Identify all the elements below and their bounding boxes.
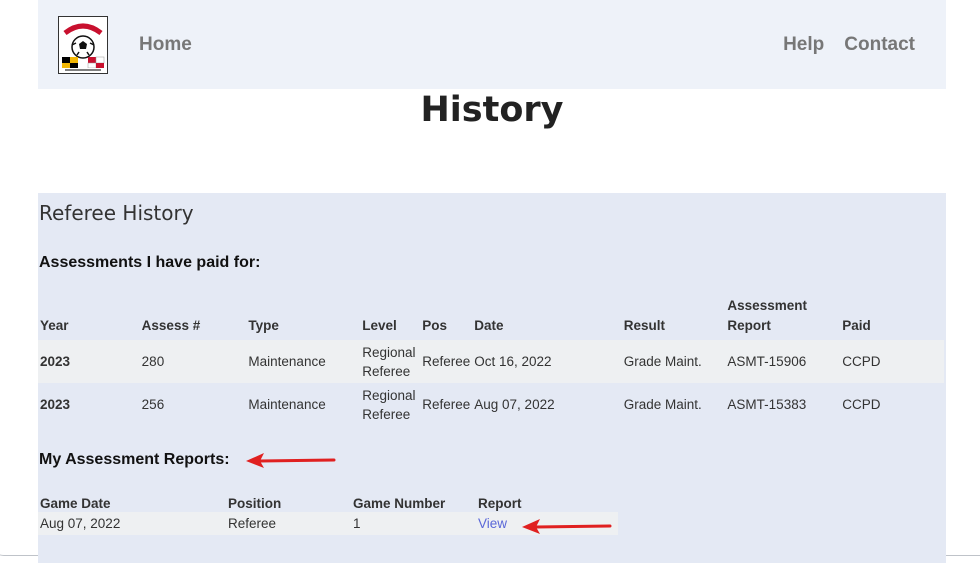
cell-report: ASMT-15906 [727,354,807,369]
cell-date: Aug 07, 2022 [474,397,555,412]
annotation-arrow-icon [246,453,336,468]
col-date: Date [474,318,504,333]
table-header-row: Year Assess # Type Level Pos Date Result… [38,296,944,340]
cell-pos: Referee [422,354,471,369]
cell-level: Regional Referee [360,383,420,426]
col-pos: Pos [422,318,447,333]
nav-help-link[interactable]: Help [783,34,824,56]
view-report-link[interactable]: View [478,516,507,531]
paid-assessments-table: Year Assess # Type Level Pos Date Result… [38,296,944,426]
col-year: Year [40,318,69,333]
navbar: Home Help Contact [38,0,946,89]
cell-paid: CCPD [842,354,881,369]
col-report-line2: Report [727,318,771,333]
cell-game-date: Aug 07, 2022 [40,516,121,531]
cell-game-number: 1 [353,516,361,531]
cell-result: Grade Maint. [623,354,702,369]
col-game-number: Game Number [353,496,446,511]
cell-level-line1: Regional [362,387,416,403]
cell-level-line1: Regional [362,344,416,360]
cell-assess: 256 [141,397,165,412]
cell-level-line2: Referee [362,363,411,379]
panel-heading: Referee History [39,201,194,225]
table-header-row: Game Date Position Game Number Report [38,492,618,512]
col-level: Level [362,318,397,333]
page: Home Help Contact History Referee Histor… [38,0,946,563]
history-panel: Referee History Assessments I have paid … [38,193,946,563]
nav-right-links: Help Contact [783,34,915,56]
col-result: Result [623,318,665,333]
cell-year: 2023 [40,397,71,412]
nav-contact-link[interactable]: Contact [844,34,915,56]
reports-section-heading: My Assessment Reports: [39,451,230,468]
cell-date: Oct 16, 2022 [474,354,552,369]
cell-level: Regional Referee [360,340,420,383]
cell-report: ASMT-15383 [727,397,807,412]
col-type: Type [248,318,279,333]
col-report-line1: Assessment [727,298,807,313]
table-row: 2023 280 Maintenance Regional Referee Re… [38,340,944,383]
col-paid: Paid [842,318,871,333]
col-position: Position [228,496,282,511]
nav-home-link[interactable]: Home [139,34,192,56]
annotation-arrow-icon [522,519,612,534]
col-assessment-report: Assessment Report [725,296,840,340]
page-title: History [420,90,564,130]
col-assess: Assess # [141,318,201,333]
col-report: Report [478,496,522,511]
cell-level-line2: Referee [362,406,411,422]
cell-position: Referee [228,516,277,531]
cell-result: Grade Maint. [623,397,702,412]
cell-pos: Referee [422,397,471,412]
site-logo[interactable] [58,16,108,74]
cell-type: Maintenance [248,397,326,412]
col-game-date: Game Date [40,496,111,511]
cell-assess: 280 [141,354,165,369]
paid-section-heading: Assessments I have paid for: [39,254,261,271]
table-row: 2023 256 Maintenance Regional Referee Re… [38,383,944,426]
cell-type: Maintenance [248,354,326,369]
cell-year: 2023 [40,354,71,369]
cell-paid: CCPD [842,397,881,412]
